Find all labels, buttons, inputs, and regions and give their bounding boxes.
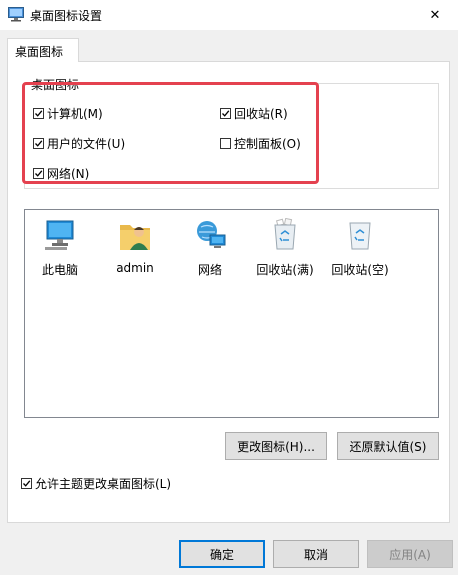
list-item-label: 网络 (197, 263, 222, 277)
check-icon (35, 110, 43, 117)
button-label: 应用(A) (389, 547, 431, 562)
checkbox-label: 网络(N) (47, 167, 90, 181)
groupbox-legend: 桌面图标 (29, 76, 82, 93)
close-button[interactable]: ✕ (412, 0, 458, 30)
list-item-this-pc[interactable]: 此电脑 (25, 218, 95, 278)
check-icon (23, 480, 31, 487)
desktop-settings-icon (8, 7, 24, 22)
title-bar: 桌面图标设置 ✕ (0, 0, 458, 30)
restore-default-button[interactable]: 还原默认值(S) (337, 432, 439, 460)
change-icon-button[interactable]: 更改图标(H)... (225, 432, 327, 460)
checkbox-recycle-bin[interactable]: 回收站(R) (220, 105, 288, 122)
checkbox-box[interactable] (33, 108, 44, 119)
list-item-network[interactable]: 网络 (175, 218, 245, 278)
checkbox-box[interactable] (220, 138, 231, 149)
check-icon (35, 140, 43, 147)
checkbox-label: 控制面板(O) (234, 137, 301, 151)
list-item-label: 回收站(空) (331, 263, 389, 277)
checkbox-box[interactable] (21, 478, 32, 489)
icon-list[interactable]: 此电脑 admin 网络 回收站(满) 回收站(空) (24, 209, 439, 418)
apply-button[interactable]: 应用(A) (367, 540, 453, 568)
check-icon (35, 170, 43, 177)
list-item-label: 回收站(满) (256, 263, 314, 277)
checkbox-box[interactable] (33, 138, 44, 149)
checkbox-computer[interactable]: 计算机(M) (33, 105, 103, 122)
checkbox-allow-themes[interactable]: 允许主题更改桌面图标(L) (21, 475, 171, 492)
network-icon (197, 221, 226, 248)
window-title: 桌面图标设置 (30, 9, 103, 23)
list-item-recycle-bin-full[interactable]: 回收站(满) (250, 217, 320, 278)
list-item-admin[interactable]: admin (100, 218, 170, 275)
recycle-bin-full-icon (274, 217, 296, 250)
checkbox-box[interactable] (220, 108, 231, 119)
user-folder-icon (120, 225, 150, 250)
tab-label: 桌面图标 (15, 45, 64, 59)
checkbox-control-panel[interactable]: 控制面板(O) (220, 135, 301, 152)
tab-desktop-icons[interactable]: 桌面图标 (7, 38, 79, 62)
button-label: 更改图标(H)... (237, 439, 315, 454)
list-item-recycle-bin-empty[interactable]: 回收站(空) (325, 218, 395, 278)
computer-icon (45, 220, 74, 250)
checkbox-user-files[interactable]: 用户的文件(U) (33, 135, 125, 152)
checkbox-label: 允许主题更改桌面图标(L) (35, 477, 172, 491)
list-item-label: admin (116, 261, 154, 275)
button-label: 确定 (209, 547, 234, 562)
checkbox-label: 用户的文件(U) (47, 137, 126, 151)
checkbox-label: 计算机(M) (47, 107, 103, 121)
list-item-label: 此电脑 (41, 263, 78, 277)
cancel-button[interactable]: 取消 (273, 540, 359, 568)
button-label: 还原默认值(S) (349, 439, 427, 454)
close-icon: ✕ (429, 7, 441, 23)
checkbox-label: 回收站(R) (234, 107, 288, 121)
checkbox-box[interactable] (33, 168, 44, 179)
checkbox-network[interactable]: 网络(N) (33, 165, 89, 182)
ok-button[interactable]: 确定 (179, 540, 265, 568)
recycle-bin-empty-icon (349, 222, 371, 250)
button-label: 取消 (303, 547, 328, 562)
check-icon (222, 110, 230, 117)
